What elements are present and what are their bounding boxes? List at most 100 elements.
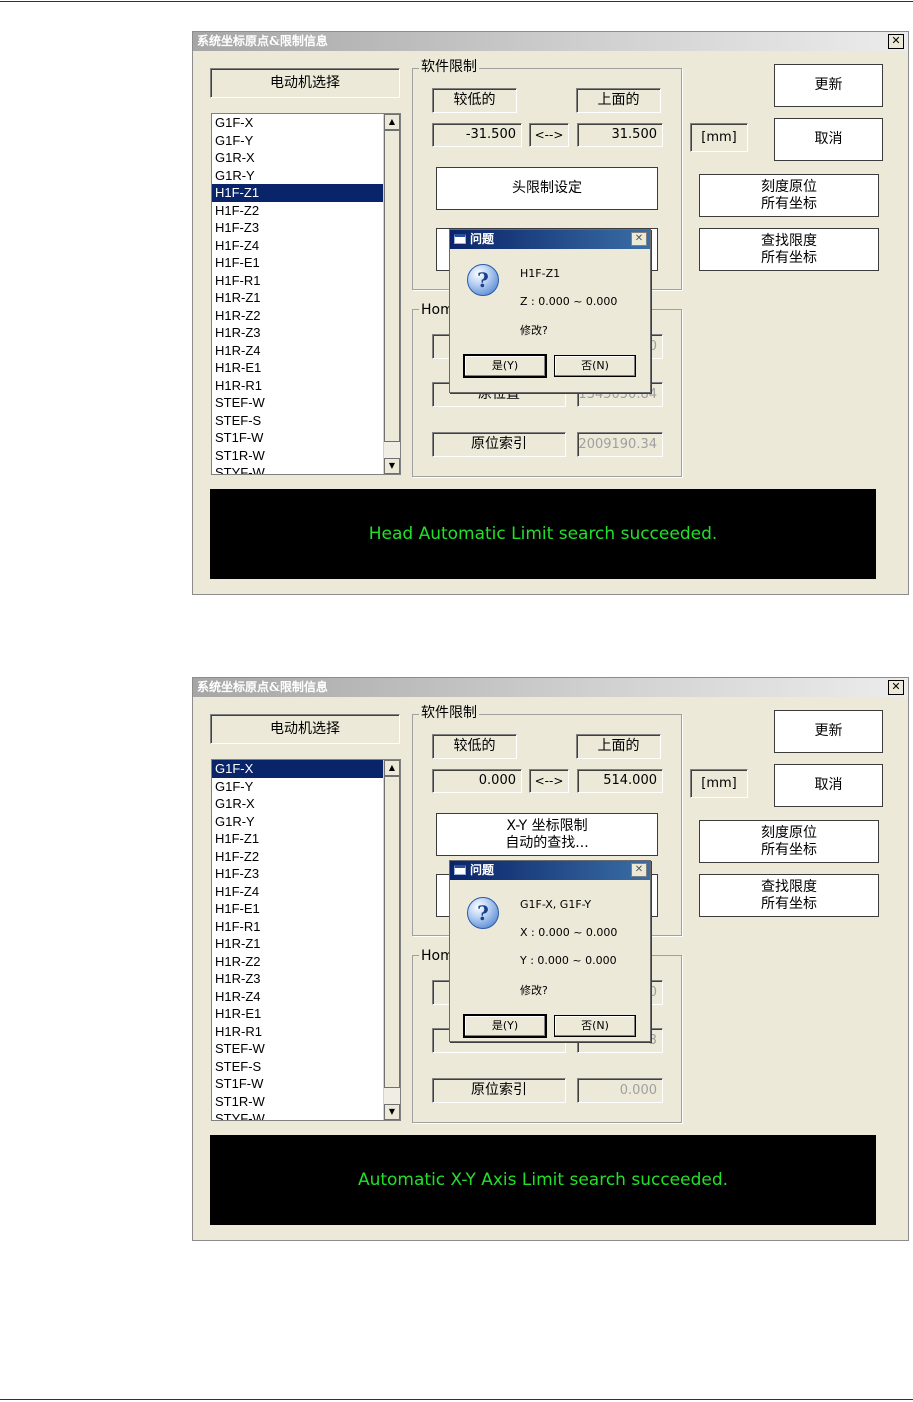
dialog-line: G1F-X, G1F-Y — [520, 898, 592, 911]
list-scrollbar[interactable]: ▲ ▼ — [383, 760, 400, 1120]
list-item[interactable]: H1R-Z3 — [212, 324, 400, 342]
list-item[interactable]: H1F-Z2 — [212, 202, 400, 220]
list-item[interactable]: STYF-W — [212, 1110, 400, 1120]
upper-limit-value[interactable]: 514.000 — [577, 769, 663, 793]
head-limit-set-button[interactable]: 头限制设定 — [436, 167, 658, 210]
update-button[interactable]: 更新 — [774, 710, 883, 753]
range-arrow: <--> — [529, 769, 569, 793]
close-icon[interactable]: ✕ — [631, 863, 647, 877]
question-icon: ? — [467, 264, 499, 296]
list-item[interactable]: STEF-W — [212, 1040, 400, 1058]
list-item[interactable]: G1R-X — [212, 149, 400, 167]
window-title: 系统坐标原点&限制信息 — [193, 32, 908, 51]
list-item[interactable]: G1F-X — [212, 760, 400, 778]
motor-list-items[interactable]: G1F-X G1F-Y G1R-X G1R-Y H1F-Z1 H1F-Z2 H1F-Z3 H1… — [212, 760, 400, 1120]
lower-limit-value[interactable]: 0.000 — [432, 769, 522, 793]
list-item[interactable]: H1R-Z4 — [212, 988, 400, 1006]
question-icon: ? — [467, 897, 499, 929]
list-item[interactable]: H1R-Z4 — [212, 342, 400, 360]
upper-label: 上面的 — [576, 88, 661, 113]
window-icon — [454, 234, 466, 244]
list-item[interactable]: H1F-Z1 — [212, 830, 400, 848]
scroll-down-icon[interactable]: ▼ — [384, 1104, 400, 1120]
list-item[interactable]: H1R-Z1 — [212, 289, 400, 307]
home-index-value: 0.000 — [577, 1078, 663, 1103]
list-item[interactable]: H1R-Z1 — [212, 935, 400, 953]
list-item[interactable]: STEF-S — [212, 412, 400, 430]
scale-home-line1: 刻度原位 — [761, 178, 817, 195]
yes-button[interactable]: 是(Y) — [463, 354, 547, 378]
list-item[interactable]: H1F-Z2 — [212, 848, 400, 866]
list-item[interactable]: H1R-E1 — [212, 1005, 400, 1023]
update-button[interactable]: 更新 — [774, 64, 883, 107]
list-item[interactable]: ST1R-W — [212, 447, 400, 465]
list-item[interactable]: G1F-Y — [212, 132, 400, 150]
list-item[interactable]: H1R-E1 — [212, 359, 400, 377]
list-item[interactable]: G1F-Y — [212, 778, 400, 796]
dialog-line: 修改? — [520, 324, 548, 337]
cancel-button[interactable]: 取消 — [774, 764, 883, 807]
list-item[interactable]: G1F-X — [212, 114, 400, 132]
list-item[interactable]: H1R-R1 — [212, 1023, 400, 1041]
list-item[interactable]: H1F-E1 — [212, 254, 400, 272]
window-icon — [454, 865, 466, 875]
list-item[interactable]: H1F-R1 — [212, 918, 400, 936]
list-item[interactable]: ST1R-W — [212, 1093, 400, 1111]
no-button[interactable]: 否(N) — [554, 1015, 636, 1037]
dialog-title-text: 问题 — [470, 232, 495, 246]
scale-home-all-button[interactable]: 刻度原位 所有坐标 — [699, 820, 879, 863]
list-item[interactable]: H1F-Z4 — [212, 883, 400, 901]
scale-home-line1: 刻度原位 — [761, 824, 817, 841]
limit-window-2: 系统坐标原点&限制信息 ✕ 电动机选择 G1F-X G1F-Y G1R-X G1R-Y… — [192, 677, 909, 1241]
scale-home-all-button[interactable]: 刻度原位 所有坐标 — [699, 174, 879, 217]
list-item[interactable]: ST1F-W — [212, 429, 400, 447]
upper-label: 上面的 — [576, 734, 661, 759]
list-item[interactable]: STEF-S — [212, 1058, 400, 1076]
no-button[interactable]: 否(N) — [554, 355, 636, 377]
list-scrollbar[interactable]: ▲ ▼ — [383, 114, 400, 474]
motor-list[interactable]: G1F-X G1F-Y G1R-X G1R-Y H1F-Z1 H1F-Z2 H1F-Z3 H1… — [211, 113, 401, 475]
lower-label: 较低的 — [432, 734, 517, 759]
list-item[interactable]: G1R-X — [212, 795, 400, 813]
soft-limit-group-label: 软件限制 — [419, 59, 479, 75]
question-dialog: 问题 ✕ ? H1F-Z1 Z : 0.000 ~ 0.000 修改? 是(Y)… — [449, 229, 651, 393]
list-item[interactable]: H1F-Z4 — [212, 237, 400, 255]
dialog-line: H1F-Z1 — [520, 267, 561, 280]
yes-button[interactable]: 是(Y) — [463, 1014, 547, 1038]
list-item[interactable]: H1R-Z3 — [212, 970, 400, 988]
list-item[interactable]: G1R-Y — [212, 813, 400, 831]
list-item[interactable]: G1R-Y — [212, 167, 400, 185]
main-action-line1: X-Y 坐标限制 — [506, 817, 588, 834]
xy-limit-auto-find-button[interactable]: X-Y 坐标限制 自动的查找... — [436, 813, 658, 856]
list-item[interactable]: ST1F-W — [212, 1075, 400, 1093]
find-limit-line2: 所有坐标 — [761, 249, 817, 266]
scroll-down-icon[interactable]: ▼ — [384, 458, 400, 474]
list-item[interactable]: H1F-Z3 — [212, 865, 400, 883]
close-icon[interactable]: ✕ — [888, 34, 904, 49]
scroll-up-icon[interactable]: ▲ — [384, 114, 400, 130]
cancel-button[interactable]: 取消 — [774, 118, 883, 161]
motor-select-label: 电动机选择 — [210, 68, 400, 98]
find-limit-all-button[interactable]: 查找限度 所有坐标 — [699, 228, 879, 271]
list-item[interactable]: H1F-R1 — [212, 272, 400, 290]
close-icon[interactable]: ✕ — [631, 232, 647, 246]
list-item[interactable]: H1R-Z2 — [212, 307, 400, 325]
find-limit-all-button[interactable]: 查找限度 所有坐标 — [699, 874, 879, 917]
motor-list-items[interactable]: G1F-X G1F-Y G1R-X G1R-Y H1F-Z1 H1F-Z2 H1F-Z3 H1… — [212, 114, 400, 474]
scroll-up-icon[interactable]: ▲ — [384, 760, 400, 776]
list-item[interactable]: H1F-Z1 — [212, 184, 400, 202]
soft-limit-group-label: 软件限制 — [419, 705, 479, 721]
lower-limit-value[interactable]: -31.500 — [432, 123, 522, 147]
list-item[interactable]: H1R-Z2 — [212, 953, 400, 971]
page-top-rule — [0, 1, 913, 2]
close-icon[interactable]: ✕ — [888, 680, 904, 695]
list-item[interactable]: STEF-W — [212, 394, 400, 412]
scroll-thumb[interactable] — [384, 130, 400, 442]
list-item[interactable]: STYF-W — [212, 464, 400, 474]
list-item[interactable]: H1F-E1 — [212, 900, 400, 918]
scroll-thumb[interactable] — [384, 776, 400, 1088]
motor-list[interactable]: G1F-X G1F-Y G1R-X G1R-Y H1F-Z1 H1F-Z2 H1F-Z3 H1… — [211, 759, 401, 1121]
list-item[interactable]: H1F-Z3 — [212, 219, 400, 237]
upper-limit-value[interactable]: 31.500 — [577, 123, 663, 147]
list-item[interactable]: H1R-R1 — [212, 377, 400, 395]
